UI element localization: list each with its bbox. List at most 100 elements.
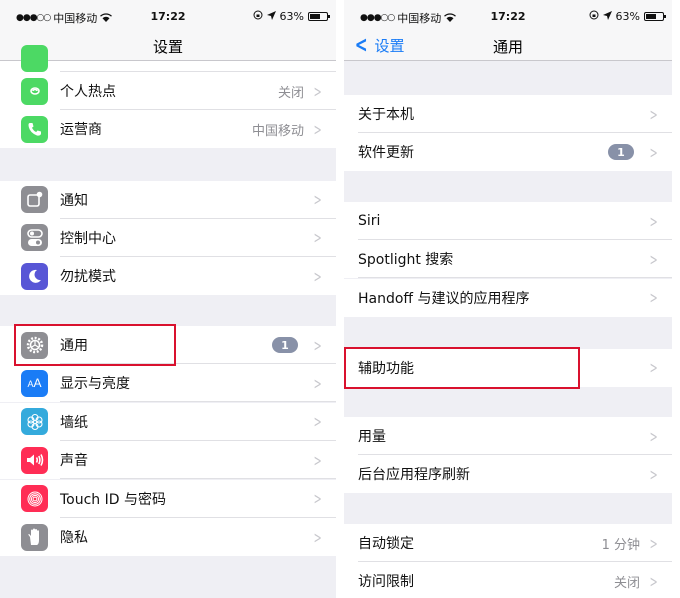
- fingerprint-icon: [21, 485, 48, 513]
- list-item-label: 墙纸: [60, 414, 88, 431]
- list-item[interactable]: Spotlight 搜索 >: [344, 240, 672, 279]
- list-item[interactable]: 软件更新 1 >: [344, 133, 672, 172]
- list-item-value: 关闭: [613, 575, 640, 591]
- chevron-right-icon: >: [649, 358, 658, 377]
- chevron-right-icon: >: [313, 412, 322, 432]
- page-title: 通用: [492, 38, 523, 56]
- moon-icon: [21, 262, 48, 290]
- chevron-right-icon: >: [313, 489, 322, 509]
- chevron-right-icon: >: [649, 104, 658, 124]
- status-bar: ●●●○○ 中国移动 17:22 63%: [344, 0, 672, 30]
- navigation-bar: < 设置 通用: [344, 30, 672, 61]
- list-item-label: 个人热点: [60, 84, 116, 100]
- list-item-label: Spotlight 搜索: [358, 252, 454, 269]
- list-item[interactable]: 控制中心 >: [0, 218, 336, 257]
- list-item[interactable]: 运营商 中国移动 >: [0, 110, 336, 149]
- list-item[interactable]: 通知 >: [0, 180, 336, 219]
- update-badge: 1: [608, 144, 634, 161]
- battery-percent: 63%: [615, 10, 640, 23]
- chevron-right-icon: >: [649, 426, 658, 446]
- list-item-label: 显示与亮度: [60, 376, 130, 393]
- chevron-right-icon: >: [649, 571, 658, 591]
- general-settings-screen: ●●●○○ 中国移动 17:22 63% < 设置 通用 关于本机 > 软件更新 1 >…: [344, 0, 672, 598]
- speaker-icon: [21, 446, 48, 474]
- update-badge: 1: [272, 337, 298, 353]
- list-item[interactable]: 墙纸 >: [0, 402, 336, 441]
- list-item[interactable]: 辅助功能 >: [344, 348, 672, 387]
- list-item-label: 访问限制: [358, 574, 414, 591]
- hotspot-icon: [21, 77, 48, 105]
- control-center-icon: [21, 224, 48, 252]
- list-item[interactable]: AA 显示与亮度 >: [0, 364, 336, 403]
- list-item-label: 辅助功能: [358, 360, 414, 377]
- list-item[interactable]: Touch ID 与密码 >: [0, 479, 336, 518]
- display-brightness-icon: AA: [21, 369, 48, 397]
- settings-screen: ●●●○○ 中国移动 17:22 63% 设置 个人热点 关闭 > 运营商 中国移动 > 通…: [0, 0, 336, 598]
- chevron-right-icon: >: [313, 228, 322, 248]
- list-item-label: 运营商: [60, 122, 102, 139]
- page-title: 设置: [152, 38, 183, 56]
- battery-percent: 63%: [279, 10, 304, 23]
- chevron-right-icon: >: [649, 211, 658, 231]
- navigation-bar: 设置: [0, 30, 336, 61]
- list-item-value: 关闭: [277, 85, 304, 101]
- notifications-icon: [21, 186, 48, 213]
- list-item-label: 关于本机: [358, 107, 414, 123]
- chevron-right-icon: >: [313, 266, 322, 286]
- status-bar: ●●●○○ 中国移动 17:22 63%: [0, 0, 336, 30]
- list-item[interactable]: 访问限制 关闭 >: [344, 562, 672, 598]
- chevron-right-icon: >: [649, 464, 658, 484]
- list-item-label: Handoff 与建议的应用程序: [358, 290, 530, 307]
- chevron-right-icon: >: [649, 533, 658, 553]
- location-arrow-icon: [602, 10, 612, 23]
- list-item[interactable]: 隐私 >: [0, 518, 336, 556]
- list-item-label: Siri: [358, 213, 381, 229]
- chevron-right-icon: >: [313, 335, 322, 355]
- chevron-right-icon: >: [313, 450, 322, 470]
- chevron-right-icon: >: [313, 373, 322, 393]
- list-item-label: Touch ID 与密码: [60, 491, 166, 508]
- list-item[interactable]: Handoff 与建议的应用程序 >: [344, 278, 672, 317]
- chevron-right-icon: >: [313, 81, 322, 101]
- chevron-right-icon: >: [649, 142, 658, 162]
- chevron-right-icon: >: [649, 249, 658, 269]
- location-arrow-icon: [266, 10, 276, 23]
- orientation-lock-icon: [589, 10, 599, 23]
- chevron-right-icon: >: [313, 190, 322, 209]
- chevron-right-icon: >: [313, 119, 322, 139]
- list-item-label: 控制中心: [60, 230, 116, 247]
- list-item[interactable]: 自动锁定 1 分钟 >: [344, 524, 672, 562]
- app-icon: [21, 45, 48, 72]
- list-item[interactable]: Siri >: [344, 202, 672, 240]
- list-item-label: 勿扰模式: [60, 269, 116, 286]
- list-item-label: 通用: [60, 338, 88, 354]
- list-item-partial[interactable]: [0, 45, 336, 72]
- list-item-label: 自动锁定: [358, 536, 414, 552]
- battery-icon: [644, 12, 666, 21]
- phone-icon: [21, 115, 48, 143]
- list-item[interactable]: 声音 >: [0, 441, 336, 480]
- list-item[interactable]: 勿扰模式 >: [0, 257, 336, 296]
- list-item[interactable]: 通用 1 >: [0, 326, 336, 364]
- chevron-right-icon: >: [313, 527, 322, 547]
- list-item[interactable]: 用量 >: [344, 417, 672, 455]
- list-item-label: 隐私: [60, 530, 88, 546]
- list-item-value: 1 分钟: [601, 537, 640, 553]
- battery-level: [646, 14, 657, 19]
- battery-icon: [308, 12, 330, 21]
- list-item[interactable]: 关于本机 >: [344, 95, 672, 133]
- gear-icon: [21, 331, 48, 359]
- list-item-label: 通知: [60, 192, 88, 209]
- list-item-label: 软件更新: [358, 145, 414, 162]
- list-item-label: 用量: [358, 429, 386, 445]
- hand-icon: [21, 523, 48, 551]
- list-item[interactable]: 后台应用程序刷新 >: [344, 455, 672, 494]
- list-item-value: 中国移动: [251, 123, 304, 139]
- list-item-label: 声音: [60, 453, 88, 470]
- list-item-label: 后台应用程序刷新: [358, 467, 470, 484]
- orientation-lock-icon: [253, 10, 263, 23]
- battery-level: [310, 14, 321, 19]
- chevron-right-icon: >: [649, 288, 658, 308]
- list-item[interactable]: 个人热点 关闭 >: [0, 72, 336, 110]
- wallpaper-icon: [21, 408, 48, 436]
